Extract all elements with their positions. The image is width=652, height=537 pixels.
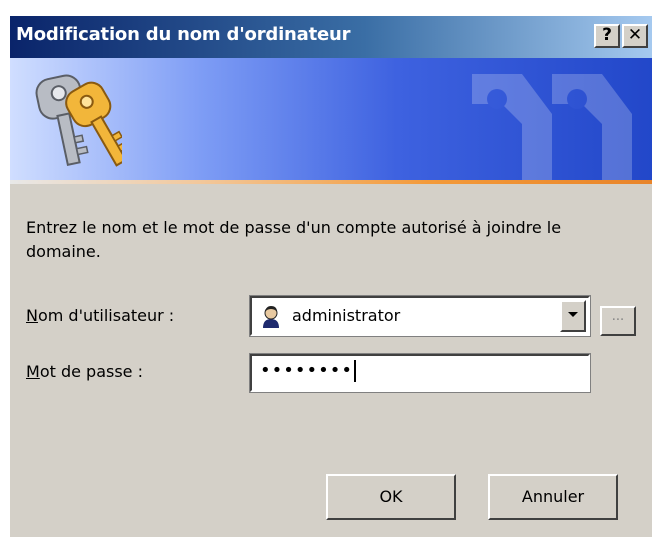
password-label-text: ot de passe : [39, 362, 143, 381]
password-masked-value: •••••••• [260, 360, 356, 382]
browse-button[interactable]: ... [600, 306, 636, 336]
chevron-down-icon [568, 312, 578, 317]
password-dots: •••••••• [260, 360, 353, 381]
password-label-mnemonic: M [26, 362, 40, 381]
password-label: Mot de passe : [26, 362, 143, 381]
window-title: Modification du nom d'ordinateur [16, 24, 351, 45]
keys-icon [35, 74, 122, 167]
username-label: Nom d'utilisateur : [26, 306, 174, 325]
banner-accent-stripe [10, 180, 652, 184]
username-label-mnemonic: N [26, 306, 38, 325]
close-button[interactable]: ✕ [622, 24, 648, 48]
username-value: administrator [292, 306, 401, 325]
keys-watermark-icon [472, 74, 632, 182]
instructions-text: Entrez le nom et le mot de passe d'un co… [26, 218, 562, 261]
cancel-button[interactable]: Annuler [488, 474, 618, 520]
username-combobox[interactable]: administrator [249, 295, 591, 337]
username-label-text: om d'utilisateur : [37, 306, 175, 325]
help-button[interactable]: ? [594, 24, 620, 48]
title-bar[interactable]: Modification du nom d'ordinateur ? ✕ [10, 16, 652, 58]
ok-button[interactable]: OK [326, 474, 456, 520]
text-caret [353, 360, 356, 382]
dialog-window: Modification du nom d'ordinateur ? ✕ Ent… [8, 14, 652, 537]
password-field[interactable]: •••••••• [249, 353, 591, 393]
user-icon [259, 305, 283, 329]
dropdown-button[interactable] [560, 300, 586, 332]
close-icon: ✕ [627, 25, 643, 45]
